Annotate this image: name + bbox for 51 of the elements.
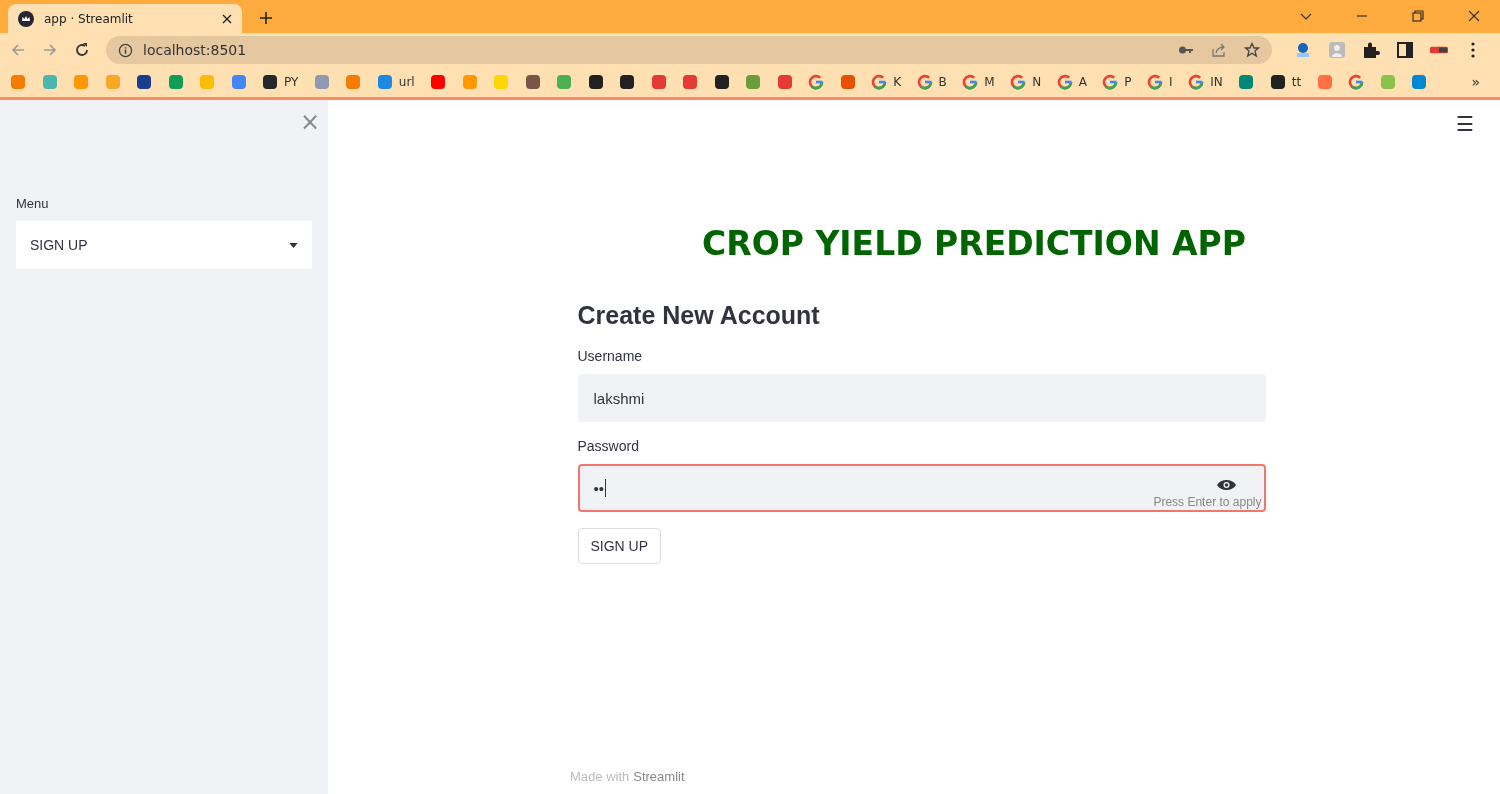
restore-icon[interactable]: [1412, 10, 1424, 22]
field-label: Username: [577, 348, 644, 364]
google-icon: [1102, 74, 1119, 90]
google-icon: [1147, 74, 1164, 90]
star-icon[interactable]: [1244, 42, 1260, 58]
google-icon: [808, 74, 825, 90]
bookmark-label[interactable]: url: [398, 75, 415, 89]
bookmark-label[interactable]: A: [1078, 75, 1087, 89]
google-icon: [1348, 74, 1365, 90]
address-bar[interactable]: localhost:8501: [106, 36, 1272, 64]
google-icon: [1010, 74, 1027, 90]
browser-tab[interactable]: app · Streamlit: [8, 4, 242, 33]
new-tab-icon[interactable]: [260, 12, 272, 24]
side-panel-icon[interactable]: [1396, 41, 1414, 59]
caret-icon: [289, 242, 298, 248]
google-icon: [962, 74, 979, 90]
input-field[interactable]: •• Press Enter to apply: [577, 464, 1266, 512]
bookmark-label[interactable]: N: [1032, 75, 1042, 89]
extension-icon[interactable]: [1294, 41, 1312, 59]
menu-label: Menu: [16, 196, 50, 211]
bookmark-label[interactable]: PY: [284, 75, 299, 89]
app-title: CROP YIELD PREDICTION APP: [702, 224, 1246, 263]
crown-icon: [18, 10, 34, 27]
google-icon: [916, 74, 933, 90]
sign-up-button[interactable]: SIGN UP: [577, 528, 662, 564]
eye-icon[interactable]: [1216, 479, 1236, 491]
bookmark-label[interactable]: B: [938, 75, 947, 89]
info-icon: [118, 42, 133, 58]
input-hint: Press Enter to apply: [1153, 495, 1262, 509]
reload-icon[interactable]: [74, 42, 90, 58]
input-field[interactable]: lakshmi: [577, 374, 1266, 422]
close-icon[interactable]: [222, 13, 232, 24]
footer-text: Made with: [570, 769, 630, 784]
more-bookmarks[interactable]: »: [1471, 74, 1480, 90]
bookmark-label[interactable]: IN: [1210, 75, 1223, 89]
bookmark-label[interactable]: K: [893, 75, 902, 89]
google-icon: [1188, 74, 1205, 90]
close-icon[interactable]: [1468, 10, 1480, 22]
google-icon: [871, 74, 888, 90]
form-heading: Create New Account: [577, 301, 821, 330]
google-icon: [1056, 74, 1073, 90]
footer-link[interactable]: Streamlit: [633, 769, 685, 784]
bookmark-label[interactable]: M: [984, 75, 995, 89]
bookmark-label[interactable]: tt: [1291, 75, 1302, 89]
bookmark-label[interactable]: P: [1124, 75, 1132, 89]
puzzle-icon[interactable]: [1362, 41, 1380, 59]
menu-select[interactable]: SIGN UP: [16, 221, 312, 269]
menu-button[interactable]: ☰: [1456, 112, 1474, 136]
field-label: Password: [577, 438, 640, 454]
share-icon[interactable]: [1211, 42, 1227, 58]
bookmark-label[interactable]: I: [1169, 75, 1173, 89]
